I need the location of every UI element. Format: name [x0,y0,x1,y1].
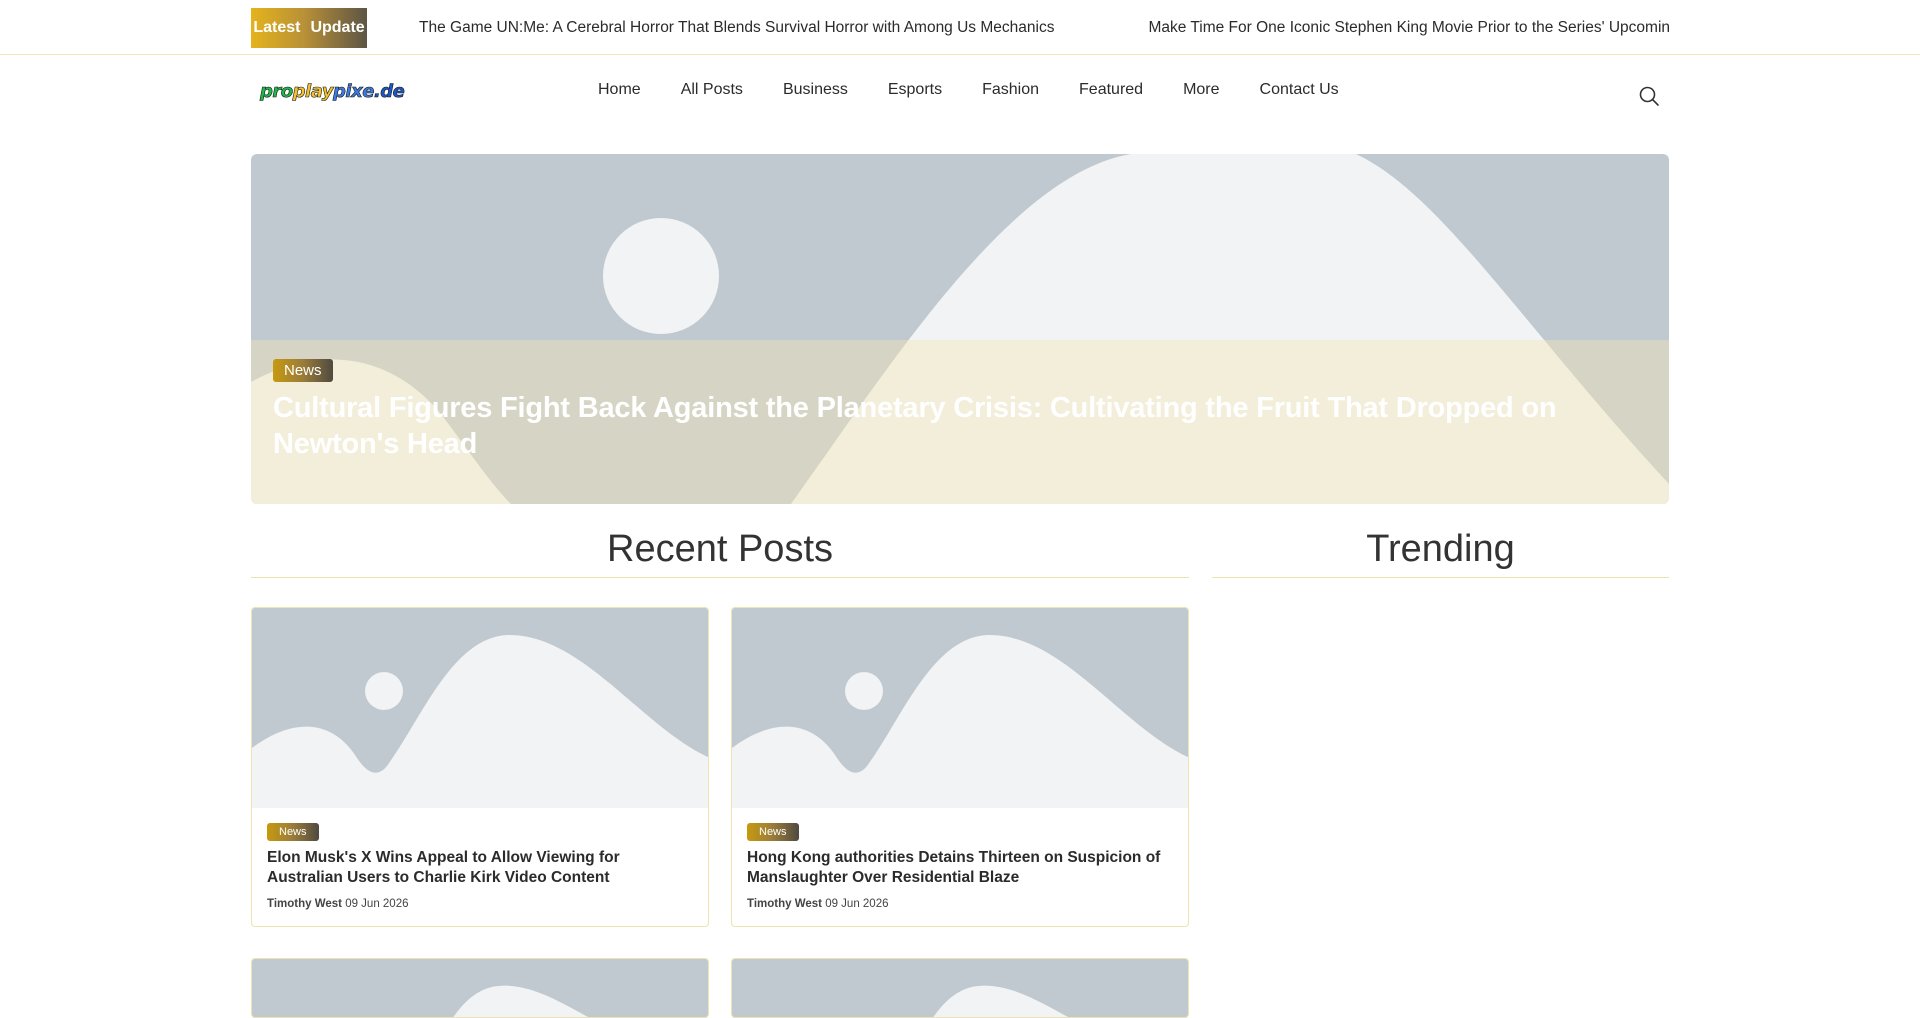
post-meta: Timothy West 09 Jun 2026 [747,898,1173,910]
post-card[interactable]: News Elon Musk's X Wins Appeal to Allow … [251,607,709,927]
logo-part: pixe [333,81,375,103]
main-header: pro play pixe .de Home All Posts Busines… [0,55,1920,135]
nav-item-business[interactable]: Business [783,81,848,99]
logo-part: play [292,81,334,103]
recent-posts-heading: Recent Posts [251,528,1189,578]
search-button[interactable] [1637,84,1661,108]
ticker-item[interactable]: Make Time For One Iconic Stephen King Mo… [1148,19,1669,37]
post-title[interactable]: Elon Musk's X Wins Appeal to Allow Viewi… [267,848,693,888]
nav-item-home[interactable]: Home [598,81,641,99]
post-author[interactable]: Timothy West [747,898,822,910]
hero-title[interactable]: Cultural Figures Fight Back Against the … [273,390,1609,462]
trending-heading: Trending [1212,528,1669,578]
logo-part: .de [373,81,406,103]
post-date: 09 Jun 2026 [345,898,409,910]
nav-item-more[interactable]: More [1183,81,1219,99]
post-date: 09 Jun 2026 [825,898,889,910]
nav-menu: Home All Posts Business Esports Fashion … [598,81,1339,99]
image-placeholder-icon [732,608,1188,808]
latest-update-label: Latest Update [251,8,367,48]
post-meta: Timothy West 09 Jun 2026 [267,898,693,910]
nav-item-fashion[interactable]: Fashion [982,81,1039,99]
logo-part: pro [260,81,294,103]
category-badge[interactable]: News [267,823,319,841]
post-card[interactable] [251,958,709,1018]
nav-item-featured[interactable]: Featured [1079,81,1143,99]
ticker-label-word1: Latest [253,19,301,36]
image-placeholder-icon [732,959,1188,1017]
ticker-items: The Game UN:Me: A Cerebral Horror That B… [419,19,1669,37]
category-badge[interactable]: News [273,359,333,382]
post-card[interactable] [731,958,1189,1018]
ticker-item[interactable]: The Game UN:Me: A Cerebral Horror That B… [419,19,1054,37]
image-placeholder-icon [252,959,708,1017]
post-card[interactable]: News Hong Kong authorities Detains Thirt… [731,607,1189,927]
image-placeholder-icon [252,608,708,808]
hero-featured-post[interactable]: News Cultural Figures Fight Back Against… [251,154,1669,504]
card-body: News Hong Kong authorities Detains Thirt… [732,808,1188,926]
search-icon [1639,86,1659,106]
hero-content: News Cultural Figures Fight Back Against… [273,359,1609,462]
ticker-bar: Latest Update The Game UN:Me: A Cerebral… [0,0,1920,55]
nav-item-all-posts[interactable]: All Posts [681,81,743,99]
ticker-inner: Latest Update The Game UN:Me: A Cerebral… [251,8,1669,48]
ticker-label-word2: Update [310,19,365,36]
category-badge[interactable]: News [747,823,799,841]
nav-item-esports[interactable]: Esports [888,81,942,99]
post-author[interactable]: Timothy West [267,898,342,910]
site-logo[interactable]: pro play pixe .de [260,81,406,103]
card-body: News Elon Musk's X Wins Appeal to Allow … [252,808,708,926]
nav-item-contact-us[interactable]: Contact Us [1260,81,1339,99]
post-title[interactable]: Hong Kong authorities Detains Thirteen o… [747,848,1173,888]
